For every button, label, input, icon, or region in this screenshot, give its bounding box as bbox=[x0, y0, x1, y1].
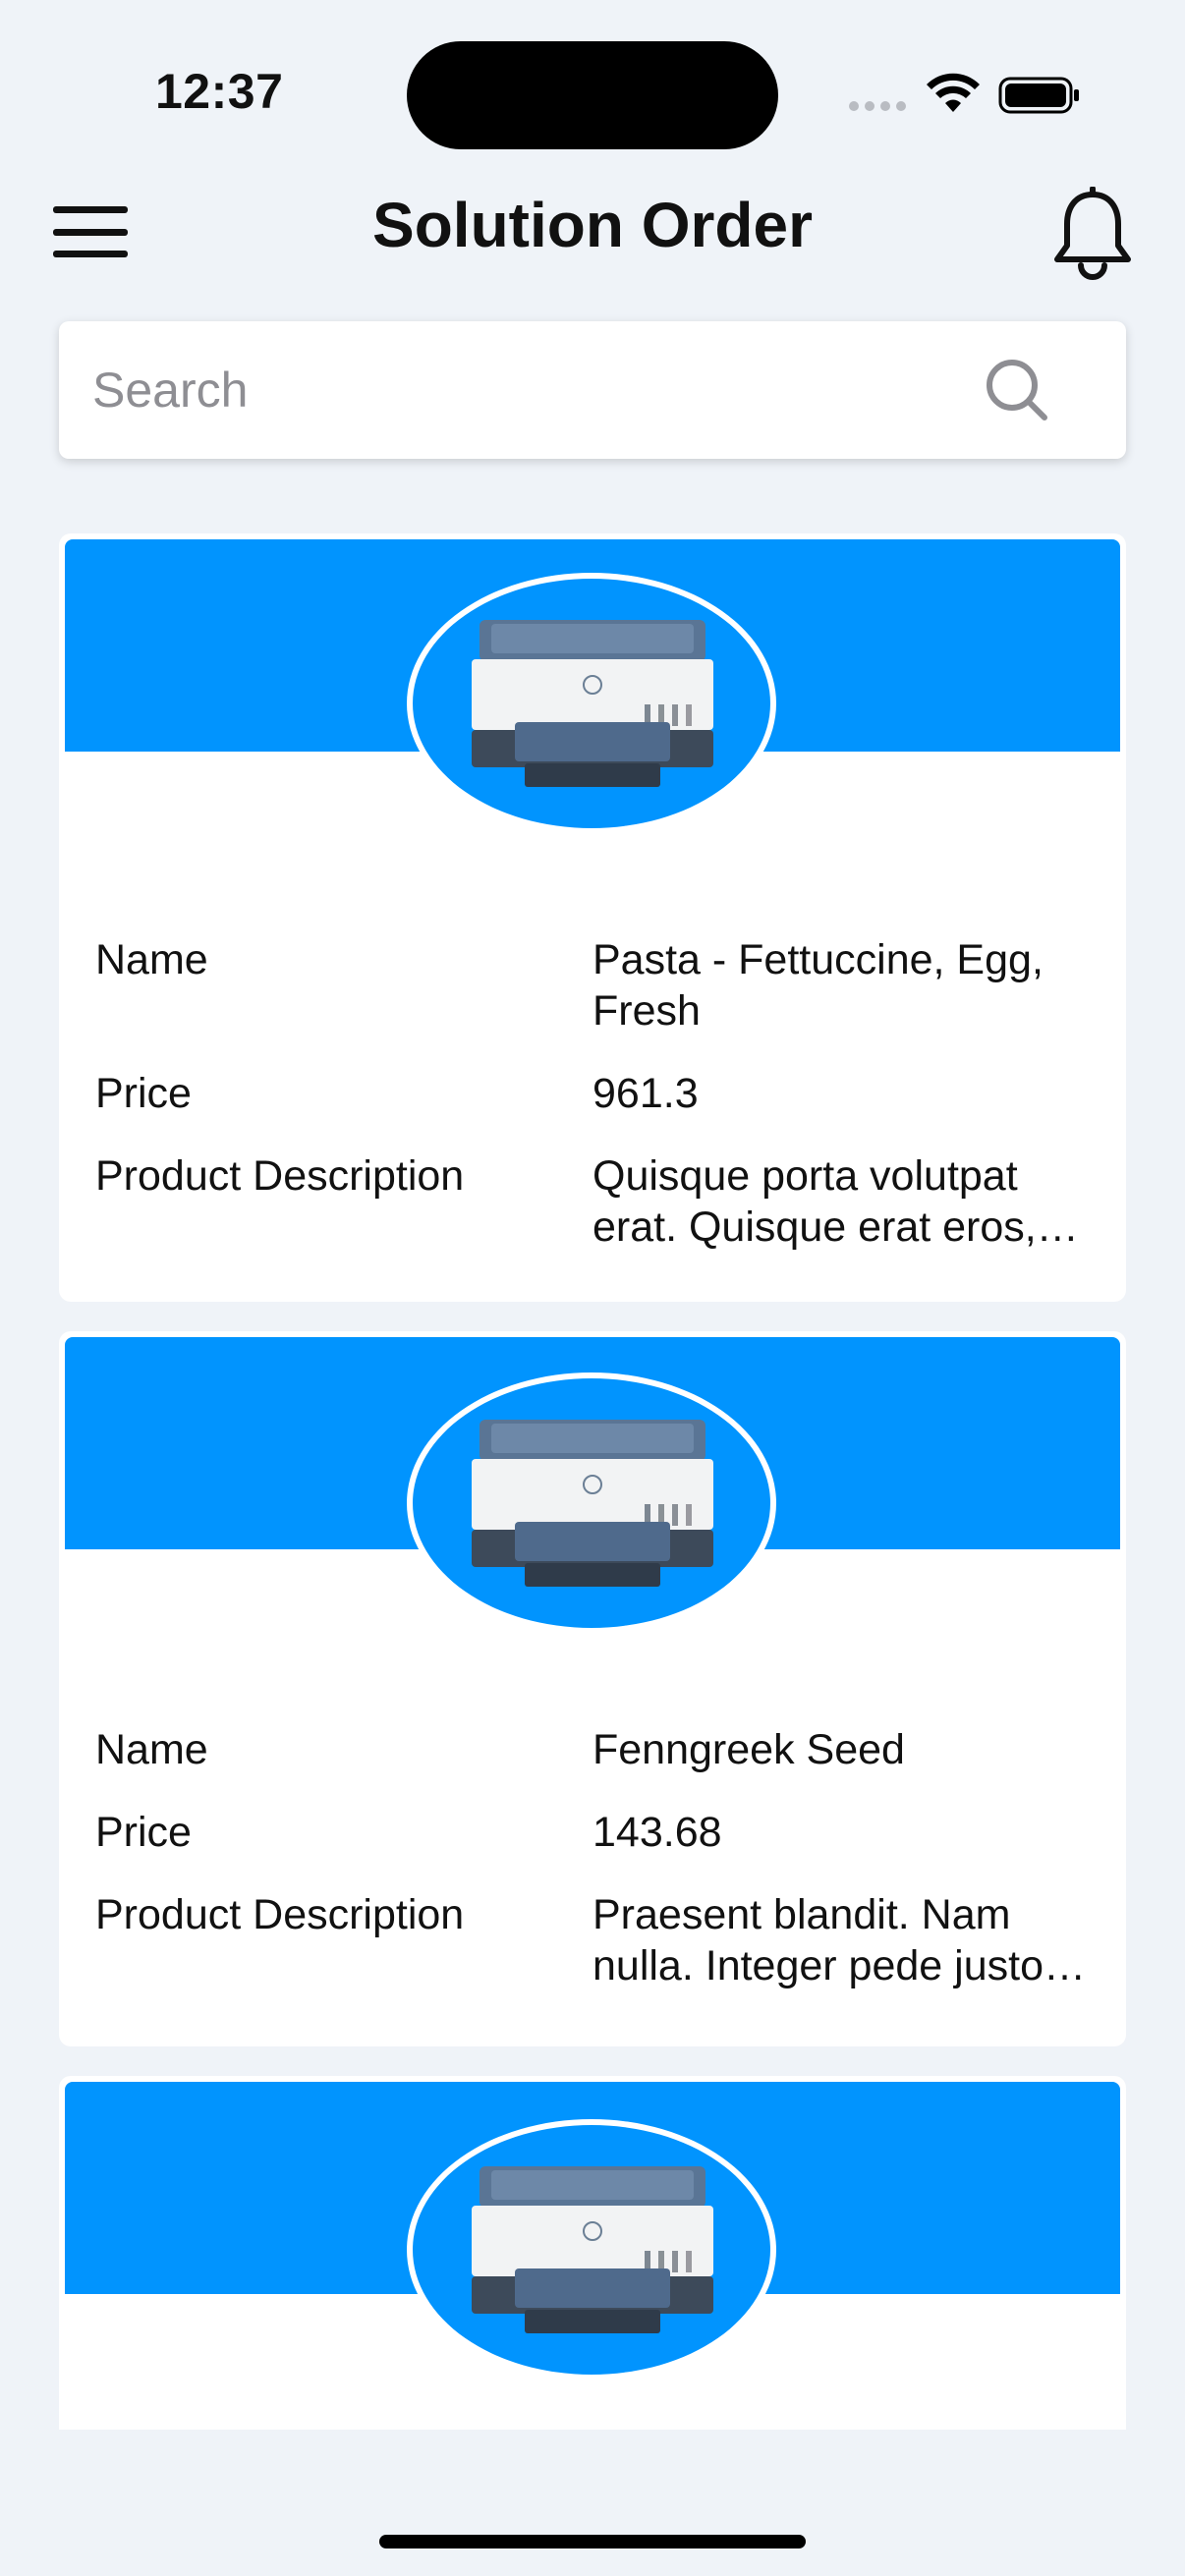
cellular-signal-icon bbox=[849, 101, 906, 111]
page-title: Solution Order bbox=[372, 190, 813, 260]
description-label: Product Description bbox=[95, 1152, 465, 1200]
description-row: Product Description Quisque porta volutp… bbox=[95, 1150, 1088, 1253]
product-description: Praesent blandit. Nam nulla. Integer ped… bbox=[592, 1891, 1055, 1989]
product-price: 961.3 bbox=[592, 1070, 699, 1117]
search-bar bbox=[59, 321, 1126, 459]
product-price: 143.68 bbox=[592, 1809, 722, 1856]
price-label: Price bbox=[95, 1809, 192, 1856]
dynamic-island bbox=[407, 41, 778, 149]
name-label: Name bbox=[95, 1726, 208, 1773]
name-row: Name Fenngreek Seed bbox=[95, 1724, 1088, 1775]
description-row: Product Description Praesent blandit. Na… bbox=[95, 1889, 1088, 1991]
product-card[interactable]: Name Fenngreek Seed Price 143.68 Product… bbox=[59, 1331, 1126, 2046]
wifi-icon bbox=[927, 73, 980, 112]
status-time: 12:37 bbox=[155, 64, 284, 119]
product-name: Fenngreek Seed bbox=[592, 1726, 905, 1773]
status-bar: 12:37 bbox=[0, 0, 1185, 167]
description-label: Product Description bbox=[95, 1891, 465, 1938]
product-name: Pasta - Fettuccine, Egg, Fresh bbox=[592, 936, 1044, 1035]
price-label: Price bbox=[95, 1070, 192, 1117]
name-label: Name bbox=[95, 936, 208, 983]
product-card[interactable] bbox=[59, 2076, 1126, 2430]
product-details: Name Fenngreek Seed Price 143.68 Product… bbox=[95, 1724, 1088, 2023]
bell-icon[interactable] bbox=[1049, 187, 1136, 281]
name-row: Name Pasta - Fettuccine, Egg, Fresh bbox=[95, 934, 1088, 1036]
search-input[interactable] bbox=[92, 321, 977, 459]
home-indicator[interactable] bbox=[379, 2535, 806, 2548]
price-row: Price 143.68 bbox=[95, 1807, 1088, 1858]
printer-image bbox=[472, 2166, 713, 2333]
app-header: Solution Order bbox=[0, 167, 1185, 295]
battery-icon bbox=[998, 77, 1079, 114]
search-icon[interactable] bbox=[983, 356, 1051, 424]
product-description: Quisque porta volutpat erat. Quisque era… bbox=[592, 1152, 1037, 1251]
product-details: Name Pasta - Fettuccine, Egg, Fresh Pric… bbox=[95, 934, 1088, 1284]
price-row: Price 961.3 bbox=[95, 1068, 1088, 1119]
printer-image bbox=[472, 1420, 713, 1587]
printer-image bbox=[472, 620, 713, 787]
product-card[interactable]: Name Pasta - Fettuccine, Egg, Fresh Pric… bbox=[59, 533, 1126, 1302]
